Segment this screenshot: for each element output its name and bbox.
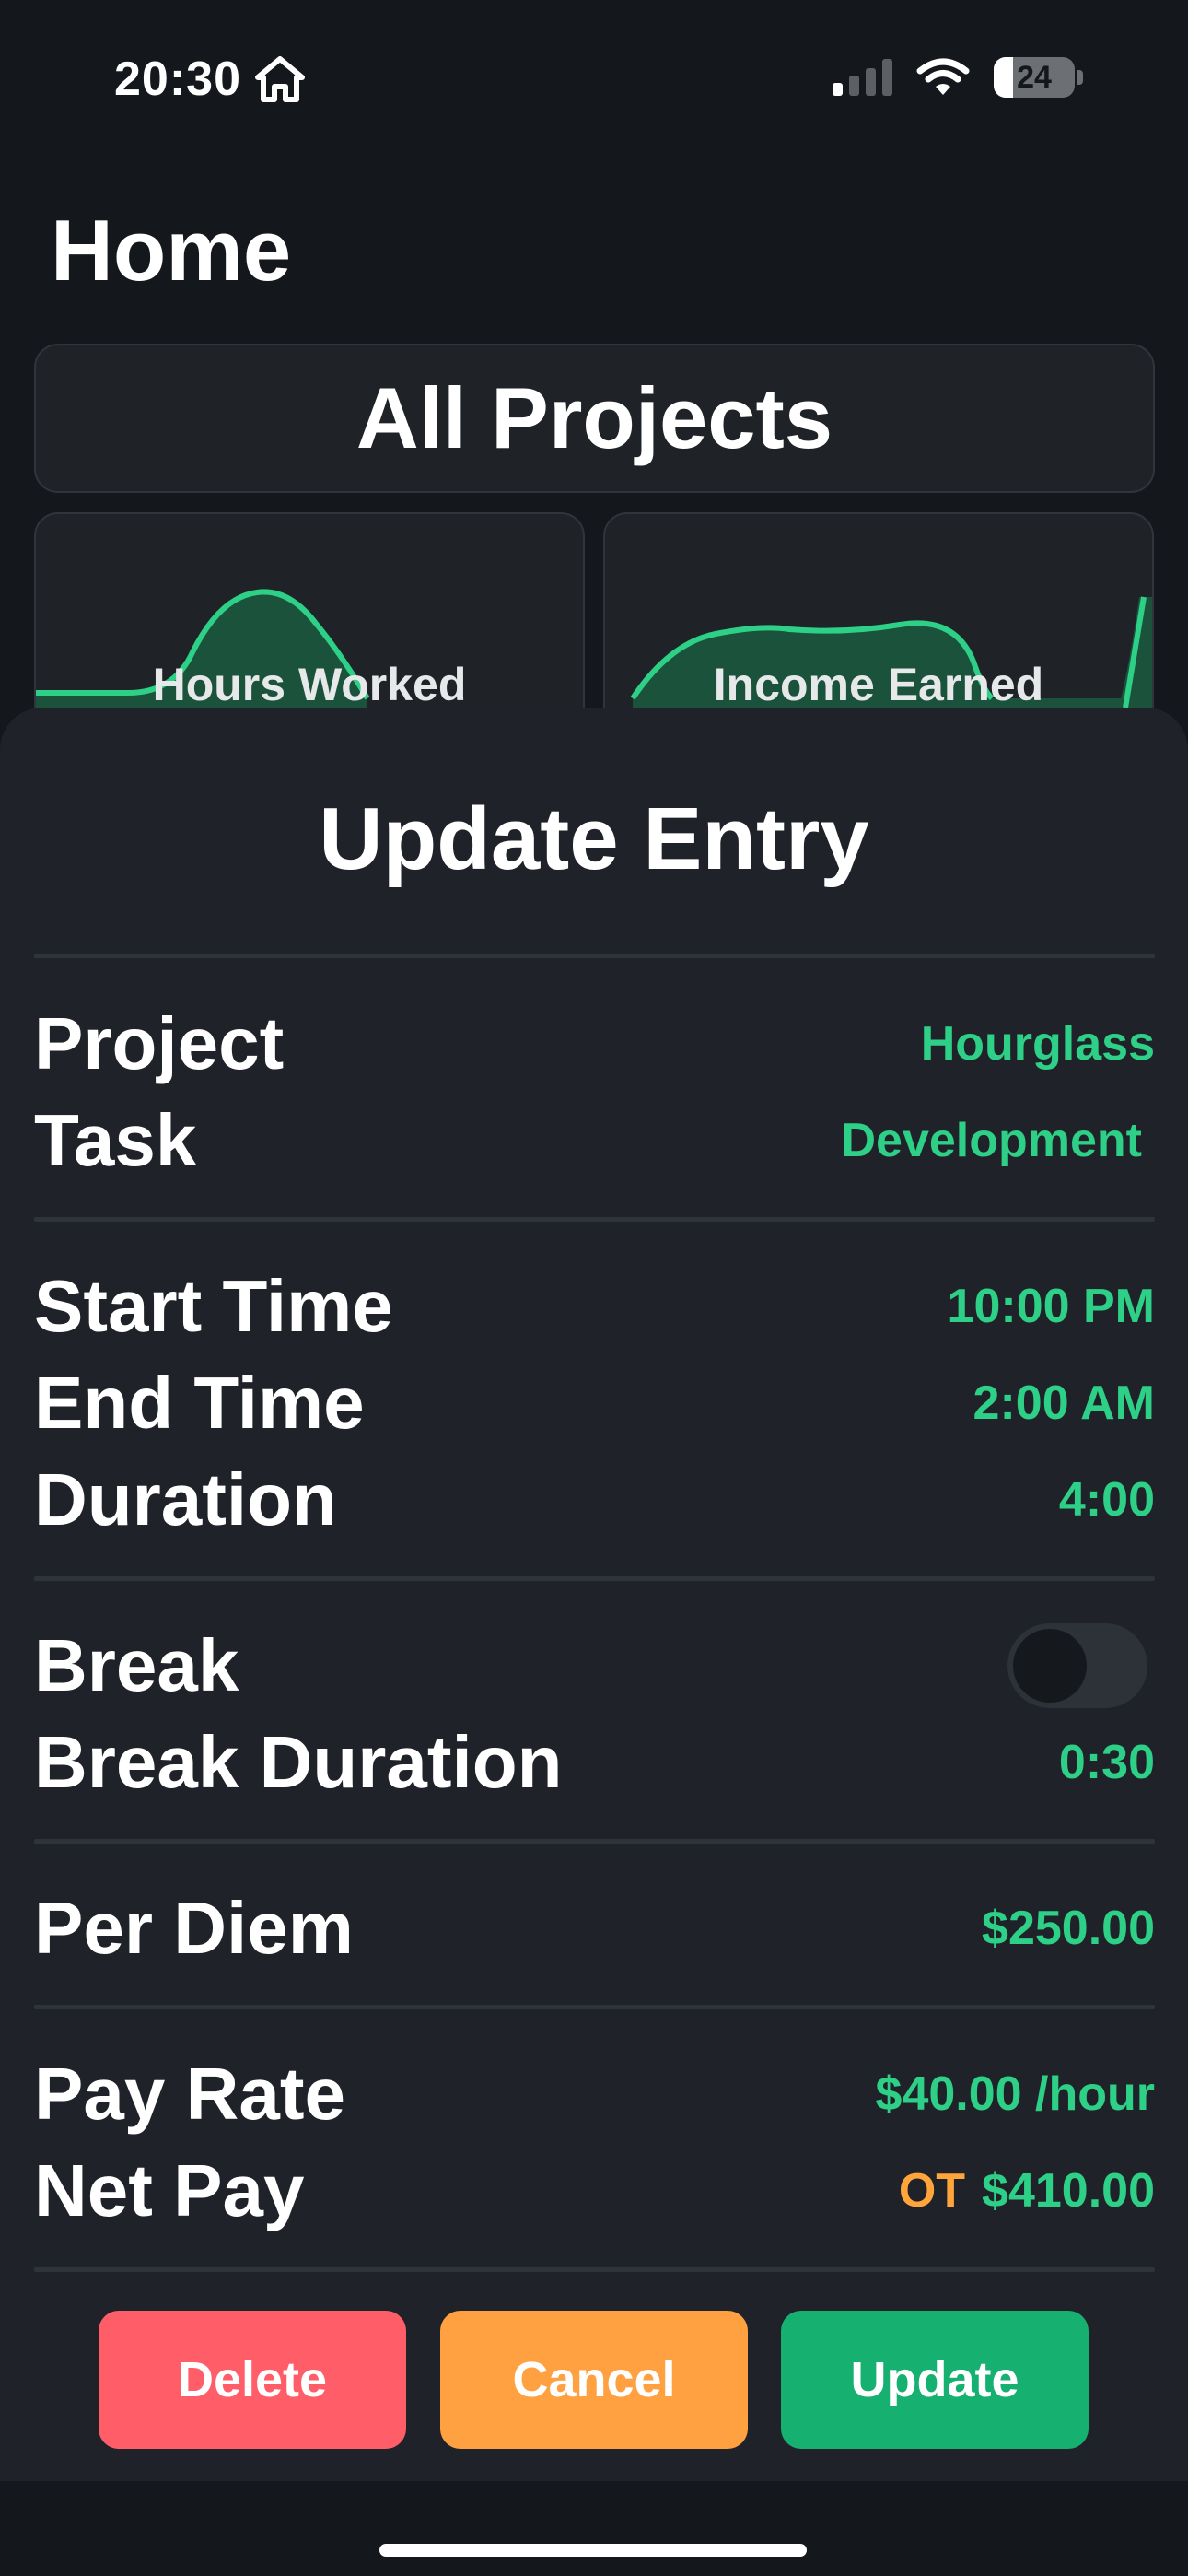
break-duration-label: Break Duration — [34, 1721, 563, 1803]
break-duration-value[interactable]: 0:30 — [1059, 1735, 1155, 1790]
break-row: Break — [34, 1620, 1155, 1712]
pay-rate-value[interactable]: $40.00 /hour — [876, 2067, 1155, 2122]
cellular-signal-icon — [833, 59, 892, 96]
divider — [34, 2267, 1155, 2272]
divider — [34, 1576, 1155, 1581]
update-entry-sheet: Update Entry Project Hourglass Task Deve… — [0, 708, 1188, 2481]
task-row[interactable]: Task Development — [34, 1095, 1155, 1187]
start-time-row[interactable]: Start Time 10:00 PM — [34, 1260, 1155, 1352]
break-duration-row[interactable]: Break Duration 0:30 — [34, 1716, 1155, 1809]
app-screen: 20:30 24 Home All Projects Hours Worked … — [0, 0, 1188, 2576]
break-label: Break — [34, 1624, 239, 1706]
net-pay-value-group: OT $410.00 — [899, 2163, 1155, 2219]
overtime-badge: OT — [898, 2164, 966, 2218]
divider — [34, 1839, 1155, 1844]
hours-worked-label: Hours Worked — [152, 659, 467, 710]
projects-selector-label: All Projects — [355, 369, 833, 466]
battery-icon: 24 — [994, 57, 1075, 98]
cancel-button[interactable]: Cancel — [440, 2311, 748, 2449]
home-icon — [255, 56, 305, 102]
delete-button[interactable]: Delete — [99, 2311, 406, 2449]
projects-selector[interactable]: All Projects — [34, 344, 1155, 493]
duration-label: Duration — [34, 1458, 337, 1540]
net-pay-label: Net Pay — [34, 2149, 305, 2231]
home-indicator[interactable] — [379, 2544, 807, 2557]
net-pay-row: Net Pay OT $410.00 — [34, 2145, 1155, 2237]
task-label: Task — [34, 1099, 197, 1181]
duration-row: Duration 4:00 — [34, 1454, 1155, 1546]
toggle-knob — [1013, 1629, 1087, 1703]
duration-value: 4:00 — [1058, 1473, 1155, 1527]
project-label: Project — [34, 1002, 285, 1084]
per-diem-value[interactable]: $250.00 — [982, 1901, 1155, 1956]
sheet-title: Update Entry — [319, 790, 869, 888]
pay-rate-label: Pay Rate — [34, 2053, 345, 2135]
task-value[interactable]: Development — [841, 1113, 1142, 1168]
project-row[interactable]: Project Hourglass — [34, 998, 1155, 1090]
status-clock: 20:30 — [114, 52, 306, 107]
end-time-row[interactable]: End Time 2:00 AM — [34, 1357, 1155, 1449]
bottom-safe-area — [0, 2481, 1188, 2576]
break-toggle[interactable] — [1007, 1623, 1147, 1708]
status-time: 20:30 — [114, 53, 241, 106]
page-title: Home — [51, 202, 292, 299]
end-time-value[interactable]: 2:00 AM — [973, 1376, 1155, 1431]
project-value[interactable]: Hourglass — [921, 1016, 1155, 1071]
start-time-value[interactable]: 10:00 PM — [948, 1279, 1155, 1334]
income-earned-label: Income Earned — [713, 659, 1044, 710]
pay-rate-row[interactable]: Pay Rate $40.00 /hour — [34, 2048, 1155, 2140]
divider — [34, 954, 1155, 958]
divider — [34, 1217, 1155, 1222]
per-diem-row[interactable]: Per Diem $250.00 — [34, 1882, 1155, 1974]
battery-percent: 24 — [1017, 59, 1052, 95]
end-time-label: End Time — [34, 1362, 365, 1444]
status-indicators: 24 — [833, 57, 1083, 98]
wifi-icon — [916, 58, 970, 95]
divider — [34, 2005, 1155, 2009]
update-button[interactable]: Update — [781, 2311, 1089, 2449]
start-time-label: Start Time — [34, 1265, 393, 1347]
per-diem-label: Per Diem — [34, 1887, 354, 1969]
status-bar: 20:30 24 — [0, 0, 1188, 157]
net-pay-value: $410.00 — [982, 2164, 1155, 2218]
